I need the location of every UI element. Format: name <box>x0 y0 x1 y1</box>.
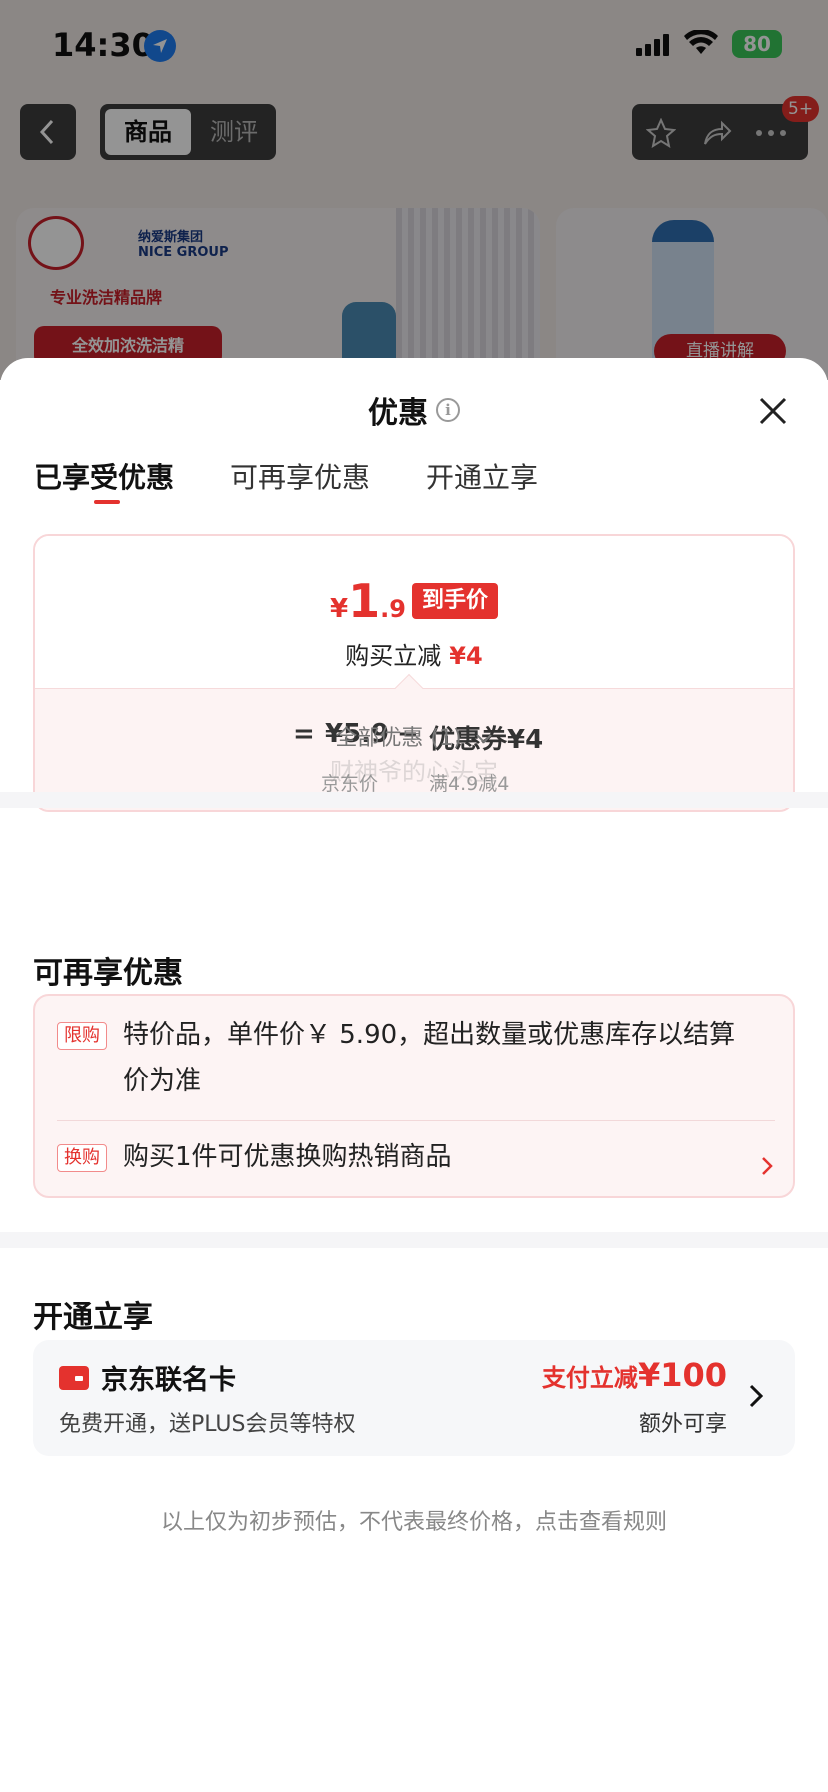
chevron-right-icon <box>762 1157 773 1175</box>
all-offers-toggle[interactable]: 全部优惠 (1) <box>0 720 828 752</box>
offer-text-limit: 特价品，单件价￥ 5.90，超出数量或优惠库存以结算 价为准 <box>123 1020 736 1096</box>
watermark-text: 财神爷的心头宝 <box>330 758 498 786</box>
close-icon[interactable] <box>756 394 790 428</box>
active-tab-indicator <box>94 500 120 504</box>
tab-more-offers[interactable]: 可再享优惠 <box>230 456 370 496</box>
offer-tag-exchange: 换购 <box>57 1144 107 1172</box>
section-divider <box>0 1232 828 1248</box>
discount-label: 购买立减 <box>345 642 442 670</box>
open-now-title: 开通立享 <box>33 1300 153 1335</box>
section-divider <box>0 792 828 808</box>
more-offers-title: 可再享优惠 <box>33 956 183 991</box>
tab-open-now[interactable]: 开通立享 <box>426 456 538 496</box>
rules-footnote[interactable]: 以上仅为初步预估，不代表最终价格，点击查看规则 <box>0 1504 828 1536</box>
offer-tag-limit: 限购 <box>57 1022 107 1050</box>
sheet-title: 优惠 i <box>0 388 828 432</box>
chevron-down-icon <box>475 734 492 744</box>
card-description: 免费开通，送PLUS会员等特权 <box>59 1412 356 1437</box>
card-extra-note: 额外可享 <box>638 1412 727 1437</box>
discount-sheet: 优惠 i 已享受优惠 可再享优惠 开通立享 ¥1.9 到手价 购买立减 ¥4 = ¥5… <box>0 358 828 1792</box>
chevron-right-icon <box>749 1384 763 1408</box>
card-name: 京东联名卡 <box>101 1365 236 1396</box>
jd-card-offer[interactable]: 京东联名卡 免费开通，送PLUS会员等特权 支付立减¥100 额外可享 <box>33 1340 795 1456</box>
more-offers-card: 限购 特价品，单件价￥ 5.90，超出数量或优惠库存以结算 价为准 换购 购买1… <box>33 994 795 1198</box>
discount-value: ¥4 <box>449 642 483 670</box>
discount-row: 购买立减 ¥4 <box>35 636 793 671</box>
dim-overlay[interactable] <box>0 0 828 380</box>
price-summary: ¥1.9 到手价 购买立减 ¥4 <box>35 536 793 688</box>
card-promo: 支付立减¥100 <box>541 1356 727 1394</box>
offer-text-exchange: 购买1件可优惠换购热销商品 <box>123 1142 452 1172</box>
final-price-row: ¥1.9 到手价 <box>35 574 793 628</box>
tab-enjoyed[interactable]: 已享受优惠 <box>34 456 174 496</box>
final-price-tag: 到手价 <box>411 583 498 619</box>
product-page-background: 14:30 80 商品 测评 5+ 纳爱斯集团 NICE GROUP 专业洗洁精… <box>0 0 828 380</box>
offer-divider <box>57 1120 775 1121</box>
info-icon[interactable]: i <box>436 398 460 422</box>
final-price: ¥1.9 <box>330 574 406 628</box>
credit-card-icon <box>59 1366 89 1390</box>
